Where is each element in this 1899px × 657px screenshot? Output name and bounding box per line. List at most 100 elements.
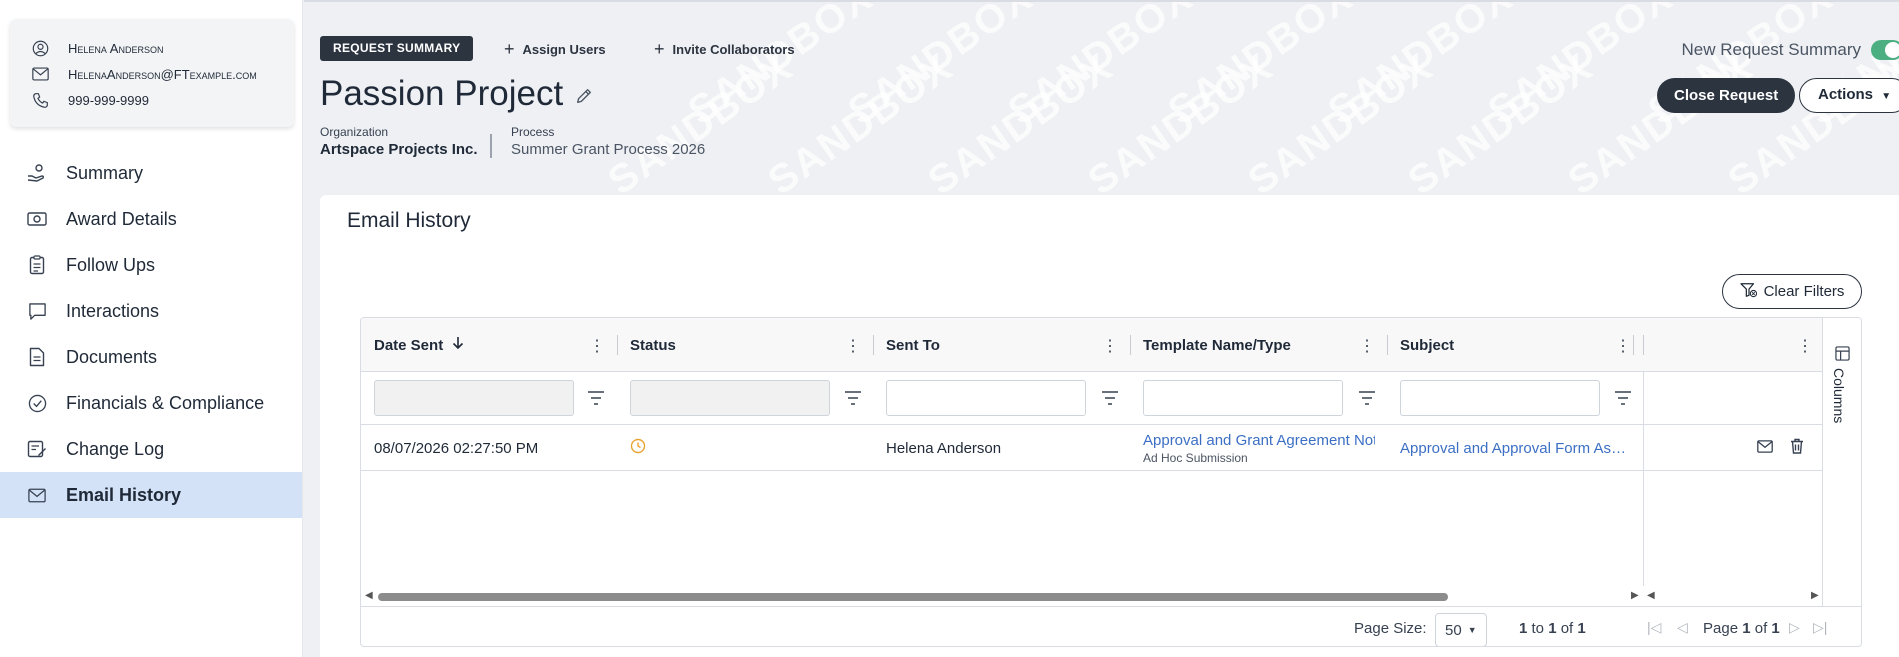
previous-page-icon[interactable]: ◁ — [1677, 619, 1688, 636]
column-menu-icon[interactable]: ⋮ — [589, 336, 605, 356]
filter-icon[interactable] — [587, 390, 605, 406]
trash-icon — [1790, 438, 1804, 458]
filter-icon[interactable] — [1358, 390, 1376, 406]
document-icon — [27, 347, 47, 367]
contact-name: Helena Anderson — [68, 40, 164, 56]
page-size-label: Page Size: — [1354, 620, 1427, 637]
page-title: Passion Project — [320, 74, 564, 113]
pinned-column-divider — [1643, 372, 1644, 425]
horizontal-scrollbar[interactable]: ◀ ▶ ◀ ▶ — [361, 586, 1822, 606]
filter-icon[interactable] — [1614, 390, 1632, 406]
sidebar-item-change-log[interactable]: Change Log — [0, 426, 302, 472]
sandbox-watermark: SANDBOX — [1800, 0, 1899, 134]
column-header-sent-to[interactable]: Sent To — [873, 318, 1130, 372]
scroll-left-icon[interactable]: ◀ — [365, 590, 373, 601]
pinned-column-divider — [1643, 335, 1644, 355]
sidebar-item-award-details[interactable]: Award Details — [0, 196, 302, 242]
scroll-left-icon[interactable]: ◀ — [1647, 590, 1655, 601]
range-to: 1 — [1548, 620, 1557, 637]
table-row[interactable]: 08/07/2026 02:27:50 PM Helena Anderson A… — [361, 425, 1822, 471]
caret-down-icon: ▼ — [1881, 91, 1892, 102]
column-header-label: Sent To — [886, 336, 940, 354]
cell-template: Approval and Grant Agreement Notificatio… — [1143, 425, 1375, 471]
request-header: SANDBOX SANDBOX SANDBOX SANDBOX SANDBOX … — [304, 0, 1899, 195]
sidebar-item-summary[interactable]: Summary — [0, 150, 302, 196]
column-menu-icon[interactable]: ⋮ — [845, 336, 861, 356]
actions-dropdown-button[interactable]: Actions ▼ — [1799, 78, 1899, 113]
column-header-subject[interactable]: Subject — [1387, 318, 1643, 372]
column-header-status[interactable]: Status — [617, 318, 873, 372]
page-title-row: Passion Project — [320, 74, 593, 114]
plus-icon: + — [504, 39, 515, 59]
contact-email[interactable]: HelenaAnderson@FTexample.com — [68, 67, 257, 82]
meta-divider — [490, 134, 492, 158]
sent-to-filter-input[interactable] — [886, 380, 1086, 416]
sandbox-watermark: SANDBOX — [1320, 0, 1522, 134]
column-header-date-sent[interactable]: Date Sent — [361, 318, 617, 372]
sidebar-item-label: Award Details — [66, 208, 177, 229]
process-meta: Process Summer Grant Process 2026 — [511, 125, 705, 158]
first-page-icon[interactable]: |◁ — [1647, 619, 1661, 636]
grid-header-row: Date Sent ⋮ Status ⋮ Sent To ⋮ Template … — [361, 318, 1822, 372]
process-label: Process — [511, 125, 555, 139]
filter-icon[interactable] — [844, 390, 862, 406]
sidebar-item-financials-compliance[interactable]: Financials & Compliance — [0, 380, 302, 426]
template-name-link[interactable]: Approval and Grant Agreement Notificatio… — [1143, 432, 1375, 449]
organization-meta: Organization Artspace Projects Inc. — [320, 125, 478, 158]
close-request-button[interactable]: Close Request — [1657, 78, 1796, 113]
columns-tab-label: Columns — [1831, 368, 1847, 424]
new-request-summary-toggle[interactable] — [1871, 40, 1899, 60]
assign-users-button[interactable]: + Assign Users — [504, 39, 606, 59]
page-word: Page — [1703, 620, 1739, 637]
resend-email-button[interactable] — [1753, 425, 1777, 471]
invite-collaborators-button[interactable]: + Invite Collaborators — [654, 40, 795, 58]
range-from: 1 — [1519, 620, 1528, 637]
subject-link[interactable]: Approval and Approval Form Assigned — [1400, 440, 1626, 457]
caret-down-icon: ▼ — [1467, 625, 1477, 635]
page-current: 1 — [1742, 620, 1751, 637]
pencil-icon[interactable] — [575, 74, 593, 114]
request-summary-badge[interactable]: REQUEST SUMMARY — [320, 36, 474, 61]
sandbox-watermark: SANDBOX — [1400, 44, 1602, 195]
sidebar-item-label: Email History — [66, 484, 182, 505]
sort-descending-icon[interactable] — [452, 336, 464, 354]
column-menu-icon[interactable]: ⋮ — [1102, 336, 1118, 356]
scrollbar-thumb[interactable] — [378, 593, 1448, 601]
delete-email-button[interactable] — [1785, 425, 1809, 471]
template-filter-input[interactable] — [1143, 380, 1343, 416]
column-menu-icon[interactable]: ⋮ — [1797, 336, 1813, 356]
sidebar-item-documents[interactable]: Documents — [0, 334, 302, 380]
last-page-icon[interactable]: ▷| — [1813, 619, 1827, 636]
sandbox-watermark: SANDBOX — [1240, 44, 1442, 195]
next-page-icon[interactable]: ▷ — [1789, 619, 1800, 636]
banknote-icon — [27, 209, 47, 229]
sidebar-item-label: Interactions — [66, 300, 160, 321]
date-sent-value: 08/07/2026 02:27:50 PM — [374, 439, 539, 457]
page-size-select[interactable]: 50 ▼ — [1435, 613, 1487, 646]
column-resize-handle[interactable] — [1633, 335, 1634, 355]
scroll-right-icon[interactable]: ▶ — [1631, 590, 1639, 601]
chat-bubble-icon — [27, 301, 47, 321]
sidebar-item-interactions[interactable]: Interactions — [0, 288, 302, 334]
column-header-label: Date Sent — [374, 336, 444, 354]
pinned-column-divider — [1643, 471, 1644, 586]
new-request-summary-label: New Request Summary — [1681, 40, 1861, 59]
sidebar-item-follow-ups[interactable]: Follow Ups — [0, 242, 302, 288]
sidebar-nav: Summary Award Details Follow Ups Interac… — [0, 150, 302, 518]
sidebar-item-email-history[interactable]: Email History — [0, 472, 302, 518]
column-menu-icon[interactable]: ⋮ — [1615, 336, 1631, 356]
column-header-template[interactable]: Template Name/Type — [1130, 318, 1387, 372]
page-of-word: of — [1754, 620, 1768, 637]
columns-side-tab[interactable]: Columns — [1822, 318, 1861, 606]
column-menu-icon[interactable]: ⋮ — [1359, 336, 1375, 356]
scroll-right-icon[interactable]: ▶ — [1811, 590, 1819, 601]
filter-icon[interactable] — [1101, 390, 1119, 406]
sandbox-watermark: SANDBOX — [760, 44, 962, 195]
clear-filters-button[interactable]: Clear Filters — [1722, 274, 1862, 309]
check-circle-icon — [27, 393, 47, 413]
phone-icon — [30, 90, 50, 110]
cell-date-sent: 08/07/2026 02:27:50 PM — [374, 425, 614, 471]
contact-email-row: HelenaAnderson@FTexample.com — [30, 61, 294, 87]
subject-filter-input[interactable] — [1400, 380, 1600, 416]
sidebar-item-label: Change Log — [66, 438, 165, 459]
